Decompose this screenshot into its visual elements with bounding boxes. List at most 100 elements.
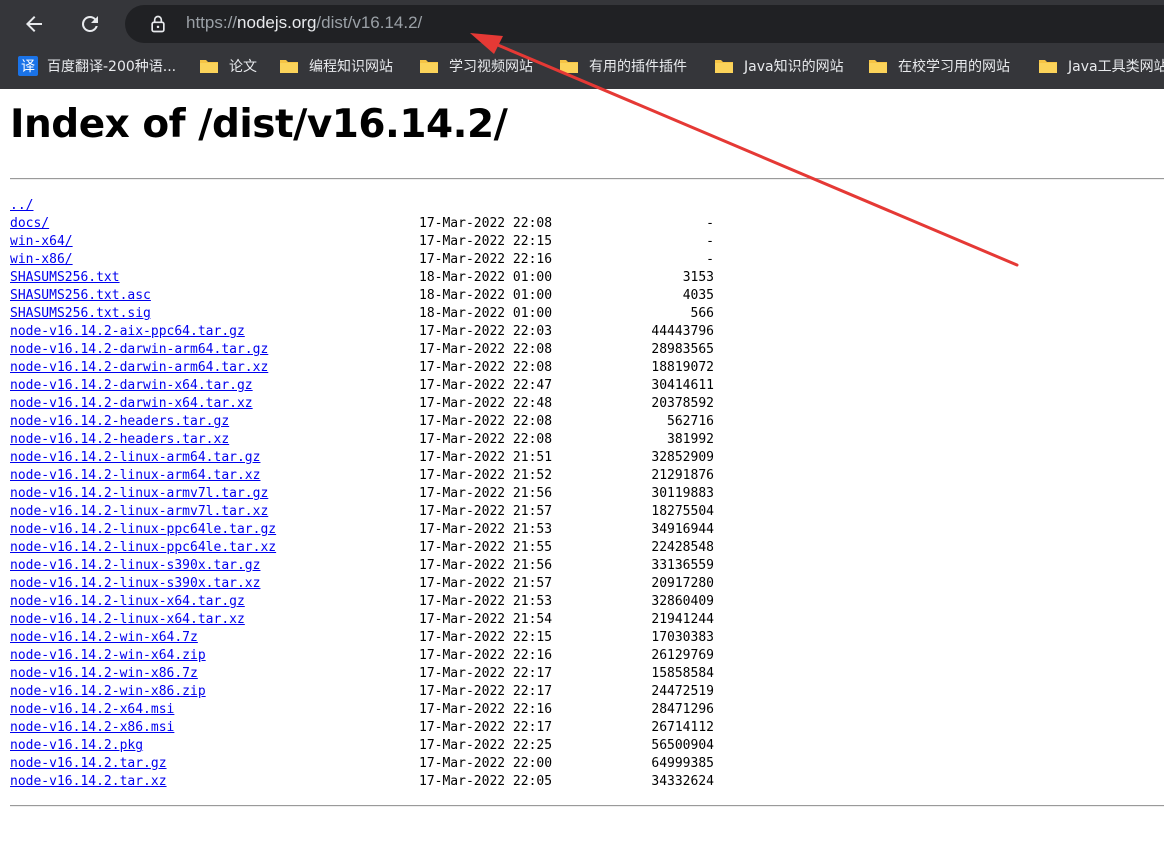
file-date: 17-Mar-2022 21:53 xyxy=(419,594,553,609)
reload-button[interactable] xyxy=(74,8,106,40)
file-link[interactable]: node-v16.14.2-x64.msi xyxy=(10,701,174,719)
file-size: 562716 xyxy=(667,414,714,429)
bookmark-label: 在校学习用的网站 xyxy=(898,59,1010,75)
file-link[interactable]: node-v16.14.2-linux-ppc64le.tar.gz xyxy=(10,521,276,539)
file-size: 21941244 xyxy=(651,612,714,627)
bookmark-item[interactable]: 论文 xyxy=(199,52,257,80)
file-link[interactable]: node-v16.14.2.tar.gz xyxy=(10,755,167,773)
listing-row: node-v16.14.2-linux-s390x.tar.xz 17-Mar-2… xyxy=(10,575,750,593)
file-size: 4035 xyxy=(682,288,714,303)
listing-row: docs/17-Mar-2022 22:08 - xyxy=(10,215,750,233)
listing-row: node-v16.14.2-x64.msi 17-Mar-2022 22:16 28… xyxy=(10,701,750,719)
file-date: 17-Mar-2022 22:17 xyxy=(419,684,553,699)
file-size: - xyxy=(706,234,714,249)
bookmark-label: 编程知识网站 xyxy=(309,59,393,75)
bookmark-item[interactable]: 编程知识网站 xyxy=(279,52,393,80)
file-link[interactable]: SHASUMS256.txt xyxy=(10,269,120,287)
page-title: Index of /dist/v16.14.2/ xyxy=(10,102,508,147)
bookmark-item[interactable]: 有用的插件插件 xyxy=(559,52,687,80)
folder-icon xyxy=(280,60,298,73)
file-link[interactable]: SHASUMS256.txt.sig xyxy=(10,305,151,323)
file-date: 18-Mar-2022 01:00 xyxy=(419,270,553,285)
listing-row: node-v16.14.2-linux-arm64.tar.xz 17-Mar-2… xyxy=(10,467,750,485)
file-link[interactable]: node-v16.14.2-linux-armv7l.tar.gz xyxy=(10,485,268,503)
file-link[interactable]: node-v16.14.2-linux-arm64.tar.xz xyxy=(10,467,260,485)
file-link[interactable]: node-v16.14.2-headers.tar.gz xyxy=(10,413,229,431)
file-date: 17-Mar-2022 21:55 xyxy=(419,540,553,555)
listing-row: node-v16.14.2-darwin-x64.tar.xz 17-Mar-20… xyxy=(10,395,750,413)
file-link[interactable]: ../ xyxy=(10,197,33,215)
file-size: 18819072 xyxy=(651,360,714,375)
listing-row: SHASUMS256.txt 18-Mar-2022 01:00 3153 xyxy=(10,269,750,287)
file-link[interactable]: node-v16.14.2-win-x86.zip xyxy=(10,683,206,701)
address-bar[interactable]: https://nodejs.org/dist/v16.14.2/ xyxy=(125,5,1164,43)
bookmark-item[interactable]: 译百度翻译-200种语... xyxy=(18,52,176,80)
file-date: 17-Mar-2022 22:47 xyxy=(419,378,553,393)
file-date: 18-Mar-2022 01:00 xyxy=(419,288,553,303)
file-date: 17-Mar-2022 22:05 xyxy=(419,774,553,789)
file-size: 56500904 xyxy=(651,738,714,753)
file-size: 32860409 xyxy=(651,594,714,609)
file-link[interactable]: node-v16.14.2-headers.tar.xz xyxy=(10,431,229,449)
file-size: 64999385 xyxy=(651,756,714,771)
url-host: nodejs.org xyxy=(237,13,317,32)
file-link[interactable]: node-v16.14.2-win-x86.7z xyxy=(10,665,198,683)
listing-row: node-v16.14.2-aix-ppc64.tar.gz 17-Mar-202… xyxy=(10,323,750,341)
file-size: 381992 xyxy=(667,432,714,447)
file-link[interactable]: node-v16.14.2.pkg xyxy=(10,737,143,755)
file-link[interactable]: node-v16.14.2-linux-ppc64le.tar.xz xyxy=(10,539,276,557)
folder-icon xyxy=(200,60,218,73)
listing-row: node-v16.14.2.pkg 17-Mar-2022 22:25 565009… xyxy=(10,737,750,755)
file-size: 44443796 xyxy=(651,324,714,339)
url-text[interactable]: https://nodejs.org/dist/v16.14.2/ xyxy=(186,13,422,33)
listing-row: ../ xyxy=(10,197,750,215)
file-link[interactable]: node-v16.14.2-darwin-arm64.tar.gz xyxy=(10,341,268,359)
listing-row: node-v16.14.2.tar.gz 17-Mar-2022 22:00 649… xyxy=(10,755,750,773)
file-date: 18-Mar-2022 01:00 xyxy=(419,306,553,321)
bookmark-item[interactable]: Java知识的网站 xyxy=(714,52,844,80)
lock-icon[interactable] xyxy=(148,14,168,34)
file-size: 22428548 xyxy=(651,540,714,555)
file-link[interactable]: win-x86/ xyxy=(10,251,73,269)
file-date: 17-Mar-2022 22:08 xyxy=(419,414,553,429)
file-link[interactable]: node-v16.14.2-linux-s390x.tar.gz xyxy=(10,557,260,575)
file-date: 17-Mar-2022 21:54 xyxy=(419,612,553,627)
listing-row: node-v16.14.2-darwin-x64.tar.gz 17-Mar-20… xyxy=(10,377,750,395)
bookmark-item[interactable]: 在校学习用的网站 xyxy=(868,52,1010,80)
file-link[interactable]: node-v16.14.2-linux-s390x.tar.xz xyxy=(10,575,260,593)
file-link[interactable]: node-v16.14.2-linux-x64.tar.xz xyxy=(10,611,245,629)
divider-top xyxy=(10,178,1164,180)
file-link[interactable]: node-v16.14.2-linux-armv7l.tar.xz xyxy=(10,503,268,521)
file-link[interactable]: node-v16.14.2-darwin-x64.tar.xz xyxy=(10,395,253,413)
listing-row: node-v16.14.2-linux-armv7l.tar.xz 17-Mar-… xyxy=(10,503,750,521)
file-link[interactable]: node-v16.14.2.tar.xz xyxy=(10,773,167,791)
listing-row: node-v16.14.2-linux-x64.tar.xz 17-Mar-202… xyxy=(10,611,750,629)
file-size: 3153 xyxy=(682,270,714,285)
file-date: 17-Mar-2022 21:56 xyxy=(419,486,553,501)
file-link[interactable]: win-x64/ xyxy=(10,233,73,251)
listing-row: node-v16.14.2-win-x64.7z 17-Mar-2022 22:1… xyxy=(10,629,750,647)
file-link[interactable]: node-v16.14.2-linux-x64.tar.gz xyxy=(10,593,245,611)
listing-row: win-x64/17-Mar-2022 22:15 - xyxy=(10,233,750,251)
file-size: 26129769 xyxy=(651,648,714,663)
file-size: 28471296 xyxy=(651,702,714,717)
file-link[interactable]: node-v16.14.2-win-x64.zip xyxy=(10,647,206,665)
file-size: 32852909 xyxy=(651,450,714,465)
file-link[interactable]: node-v16.14.2-win-x64.7z xyxy=(10,629,198,647)
file-link[interactable]: node-v16.14.2-linux-arm64.tar.gz xyxy=(10,449,260,467)
back-button[interactable] xyxy=(18,8,50,40)
file-date: 17-Mar-2022 22:08 xyxy=(419,216,553,231)
file-link[interactable]: node-v16.14.2-darwin-arm64.tar.xz xyxy=(10,359,268,377)
listing-row: SHASUMS256.txt.asc 18-Mar-2022 01:00 4035 xyxy=(10,287,750,305)
file-date: 17-Mar-2022 22:15 xyxy=(419,630,553,645)
file-link[interactable]: node-v16.14.2-x86.msi xyxy=(10,719,174,737)
bookmark-item[interactable]: Java工具类网站 xyxy=(1038,52,1164,80)
file-link[interactable]: node-v16.14.2-aix-ppc64.tar.gz xyxy=(10,323,245,341)
listing-row: node-v16.14.2.tar.xz 17-Mar-2022 22:05 343… xyxy=(10,773,750,791)
bookmark-item[interactable]: 学习视频网站 xyxy=(419,52,533,80)
file-size: 21291876 xyxy=(651,468,714,483)
file-size: 20378592 xyxy=(651,396,714,411)
file-link[interactable]: node-v16.14.2-darwin-x64.tar.gz xyxy=(10,377,253,395)
file-link[interactable]: docs/ xyxy=(10,215,49,233)
file-link[interactable]: SHASUMS256.txt.asc xyxy=(10,287,151,305)
